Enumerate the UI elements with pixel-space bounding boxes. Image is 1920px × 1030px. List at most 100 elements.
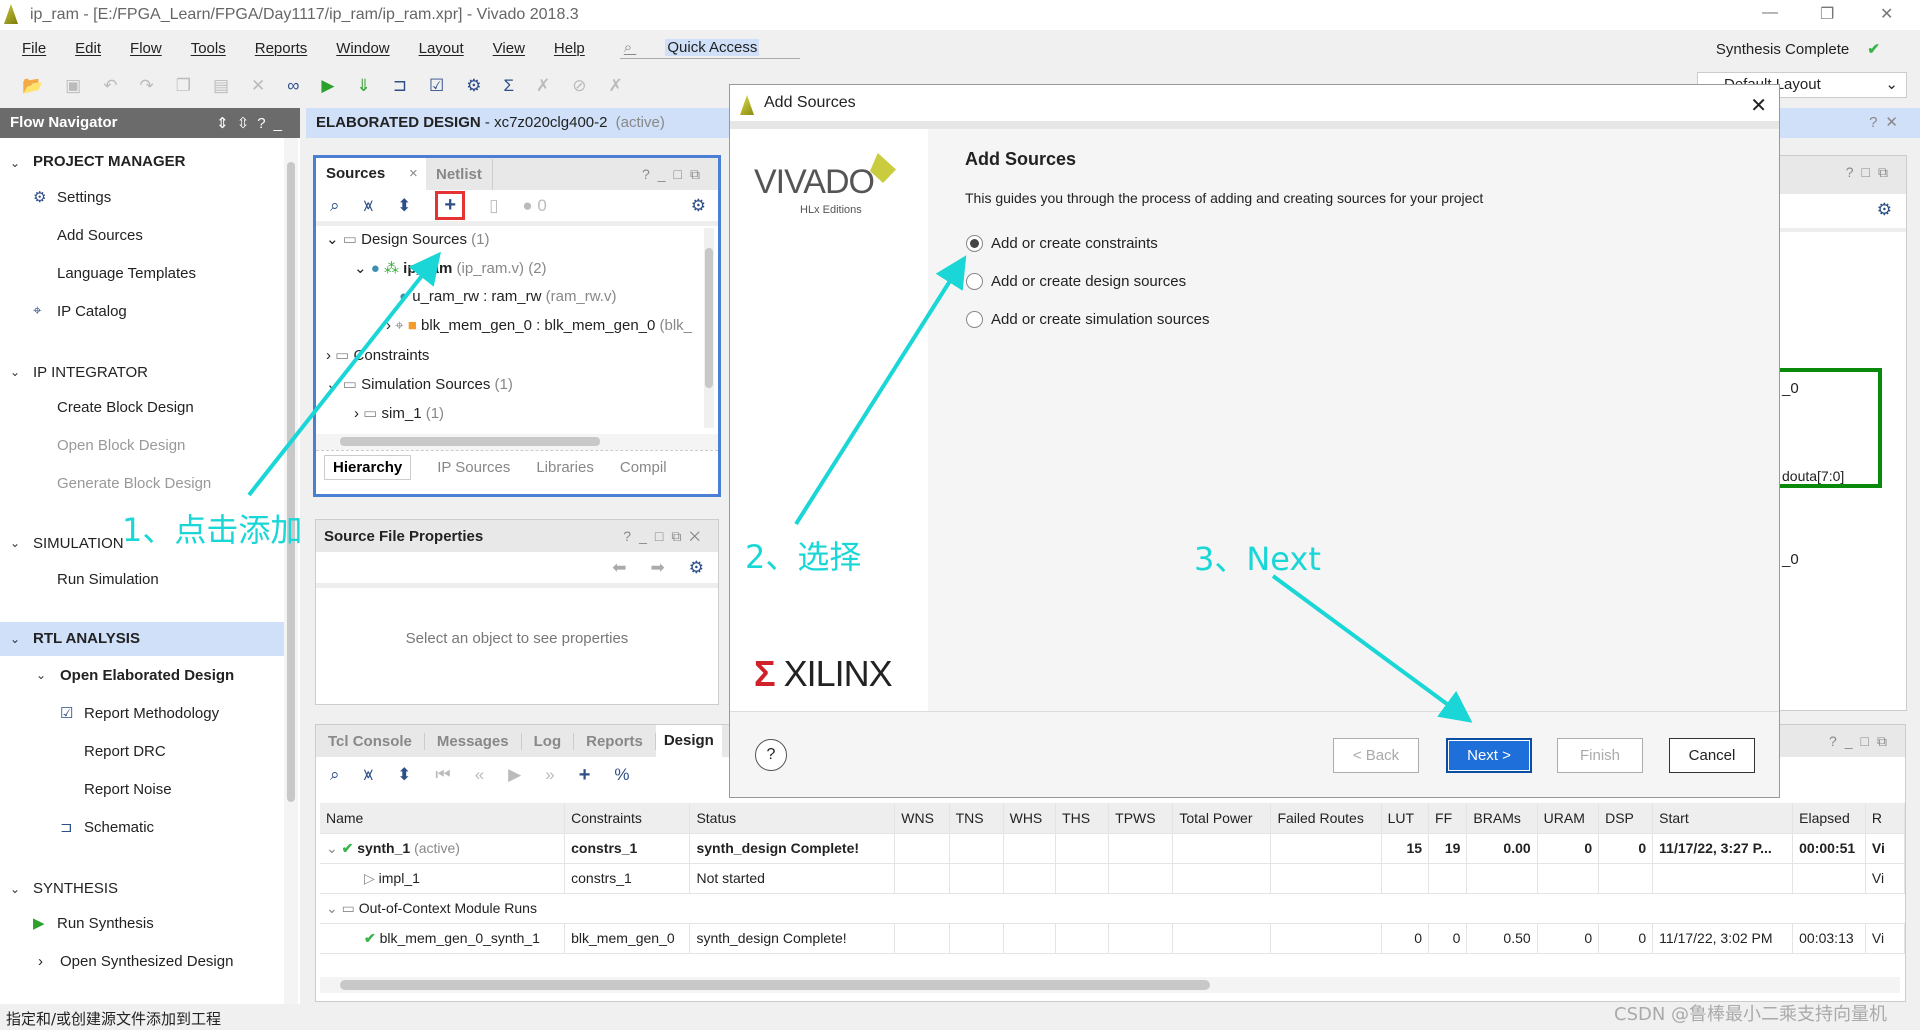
- nav-run-synthesis[interactable]: Run Synthesis: [57, 915, 154, 932]
- table-row[interactable]: ⌄ ✔ synth_1 (active) constrs_1 synth_desig…: [320, 833, 1905, 864]
- tab-log[interactable]: Log: [522, 732, 575, 750]
- panel-controls-icon[interactable]: ?_□⧉: [1829, 733, 1895, 750]
- col-start[interactable]: Start: [1652, 803, 1794, 834]
- search-icon[interactable]: ⌕: [330, 196, 340, 216]
- redo-icon[interactable]: ↷: [139, 76, 153, 96]
- col-failed-routes[interactable]: Failed Routes: [1270, 803, 1382, 834]
- nav-report-noise[interactable]: Report Noise: [84, 781, 172, 798]
- col-tpws[interactable]: TPWS: [1108, 803, 1174, 834]
- forward-arrow-icon[interactable]: ➡: [651, 558, 665, 578]
- back-arrow-icon[interactable]: ⬅: [612, 558, 626, 578]
- chevron-down-icon[interactable]: ⌄: [10, 632, 20, 646]
- help-doc-icon[interactable]: ▯: [489, 196, 498, 216]
- percent-icon[interactable]: %: [614, 765, 629, 785]
- chevron-down-icon[interactable]: ⌄: [10, 365, 20, 379]
- add-run-icon[interactable]: +: [579, 764, 591, 787]
- tree-sim-1[interactable]: › ▭ sim_1 (1): [354, 404, 444, 422]
- section-rtl-analysis[interactable]: RTL ANALYSIS: [33, 630, 140, 647]
- nav-open-block-design[interactable]: Open Block Design: [57, 437, 185, 454]
- tab-netlist[interactable]: Netlist: [426, 158, 493, 190]
- collapse-all-icon[interactable]: ⩙: [364, 765, 374, 785]
- report-icon[interactable]: ☑: [429, 76, 444, 96]
- undo-icon[interactable]: ↶: [103, 76, 117, 96]
- menu-window[interactable]: Window: [336, 40, 389, 57]
- chevron-down-icon[interactable]: ⌄: [10, 156, 20, 170]
- tab-reports[interactable]: Reports: [574, 732, 656, 750]
- col-elapsed[interactable]: Elapsed: [1792, 803, 1866, 834]
- col-whs[interactable]: WHS: [1003, 803, 1057, 834]
- search-icon[interactable]: ⌕: [330, 765, 340, 785]
- gear-icon[interactable]: ⚙: [691, 196, 706, 216]
- menu-reports[interactable]: Reports: [255, 40, 308, 57]
- menu-file[interactable]: File: [22, 40, 46, 57]
- paste-icon[interactable]: ▤: [213, 76, 229, 96]
- disabled-tool-icon[interactable]: ✗: [609, 76, 623, 96]
- nav-generate-block-design[interactable]: Generate Block Design: [57, 475, 211, 492]
- nav-open-synthesized-design[interactable]: Open Synthesized Design: [60, 953, 233, 970]
- tab-libraries[interactable]: Libraries: [536, 459, 594, 476]
- option-simulation-sources[interactable]: Add or create simulation sources: [966, 311, 1209, 328]
- col-tns[interactable]: TNS: [949, 803, 1004, 834]
- panel-controls-icon[interactable]: ⇕⇳?_: [216, 114, 290, 132]
- menu-flow[interactable]: Flow: [130, 40, 162, 57]
- col-r[interactable]: R: [1865, 803, 1905, 834]
- close-window-button[interactable]: ✕: [1880, 4, 1893, 24]
- nav-ip-catalog[interactable]: IP Catalog: [57, 303, 127, 320]
- binoculars-icon[interactable]: ∞: [287, 76, 299, 96]
- panel-controls-icon[interactable]: ?□⧉: [1846, 164, 1896, 181]
- nav-settings[interactable]: Settings: [57, 189, 111, 206]
- menu-help[interactable]: Help: [554, 40, 585, 57]
- option-design-sources[interactable]: Add or create design sources: [966, 273, 1186, 290]
- expand-all-icon[interactable]: ⬍: [397, 196, 411, 216]
- radio[interactable]: [966, 311, 983, 328]
- restore-button[interactable]: ❐: [1820, 4, 1834, 24]
- tree-hscrollbar[interactable]: [316, 434, 718, 450]
- expand-all-icon[interactable]: ⬍: [397, 765, 411, 785]
- flow-nav-scrollbar[interactable]: [284, 138, 298, 1004]
- col-constraints[interactable]: Constraints: [564, 803, 691, 834]
- play-icon[interactable]: ▶: [508, 765, 521, 785]
- tree-ip-ram[interactable]: ⌄ ● ⁂ ip_ram (ip_ram.v) (2): [354, 259, 547, 277]
- copy-icon[interactable]: ❐: [176, 76, 191, 96]
- menu-view[interactable]: View: [493, 40, 525, 57]
- table-hscrollbar[interactable]: [320, 977, 1900, 993]
- open-icon[interactable]: 📂: [22, 76, 43, 96]
- save-icon[interactable]: ▣: [65, 76, 81, 96]
- tree-design-sources[interactable]: ⌄ ▭ Design Sources (1): [326, 230, 490, 248]
- col-wns[interactable]: WNS: [894, 803, 950, 834]
- tab-sources[interactable]: Sources ×: [316, 158, 426, 190]
- quick-access-input[interactable]: ⌕ Quick Access: [619, 37, 800, 59]
- table-row[interactable]: ✔ blk_mem_gen_0_synth_1 blk_mem_gen_0 synt…: [320, 923, 1905, 954]
- chevron-down-icon[interactable]: ⌄: [10, 882, 20, 896]
- col-name[interactable]: Name: [320, 803, 566, 834]
- chevron-down-icon[interactable]: ⌄: [10, 536, 20, 550]
- tree-scrollbar[interactable]: [704, 228, 714, 428]
- tab-tcl-console[interactable]: Tcl Console: [316, 732, 425, 750]
- help-button[interactable]: ?: [755, 739, 787, 771]
- radio-selected[interactable]: [966, 235, 983, 252]
- schematic-block[interactable]: _0 douta[7:0]: [1780, 368, 1882, 488]
- radio[interactable]: [966, 273, 983, 290]
- col-total-power[interactable]: Total Power: [1172, 803, 1272, 834]
- disabled-tool-icon[interactable]: ⊘: [572, 76, 586, 96]
- chevron-right-icon[interactable]: ›: [38, 953, 43, 970]
- nav-add-sources[interactable]: Add Sources: [57, 227, 143, 244]
- nav-open-elaborated-design[interactable]: Open Elaborated Design: [60, 667, 234, 684]
- tree-constraints[interactable]: › ▭ Constraints: [326, 346, 429, 364]
- nav-report-drc[interactable]: Report DRC: [84, 743, 166, 760]
- col-ff[interactable]: FF: [1428, 803, 1468, 834]
- minimize-button[interactable]: —: [1762, 4, 1778, 22]
- next-button[interactable]: Next >: [1446, 738, 1532, 773]
- first-icon[interactable]: ⏮: [435, 765, 450, 785]
- add-sources-button[interactable]: +: [435, 191, 466, 220]
- option-constraints[interactable]: Add or create constraints: [966, 235, 1158, 252]
- run-icon[interactable]: ▶: [321, 76, 334, 96]
- tree-blk-mem-gen[interactable]: › ⌖ ■ blk_mem_gen_0 : blk_mem_gen_0 (blk…: [386, 317, 692, 334]
- tab-hierarchy[interactable]: Hierarchy: [324, 455, 412, 480]
- section-synthesis[interactable]: SYNTHESIS: [33, 880, 118, 897]
- schematic-icon[interactable]: ⊐: [393, 76, 407, 96]
- menu-tools[interactable]: Tools: [191, 40, 226, 57]
- tree-u-ram-rw[interactable]: ● u_ram_rw : ram_rw (ram_rw.v): [399, 288, 616, 305]
- bitstream-icon[interactable]: ⇓: [357, 76, 371, 96]
- back-button[interactable]: < Back: [1333, 738, 1419, 773]
